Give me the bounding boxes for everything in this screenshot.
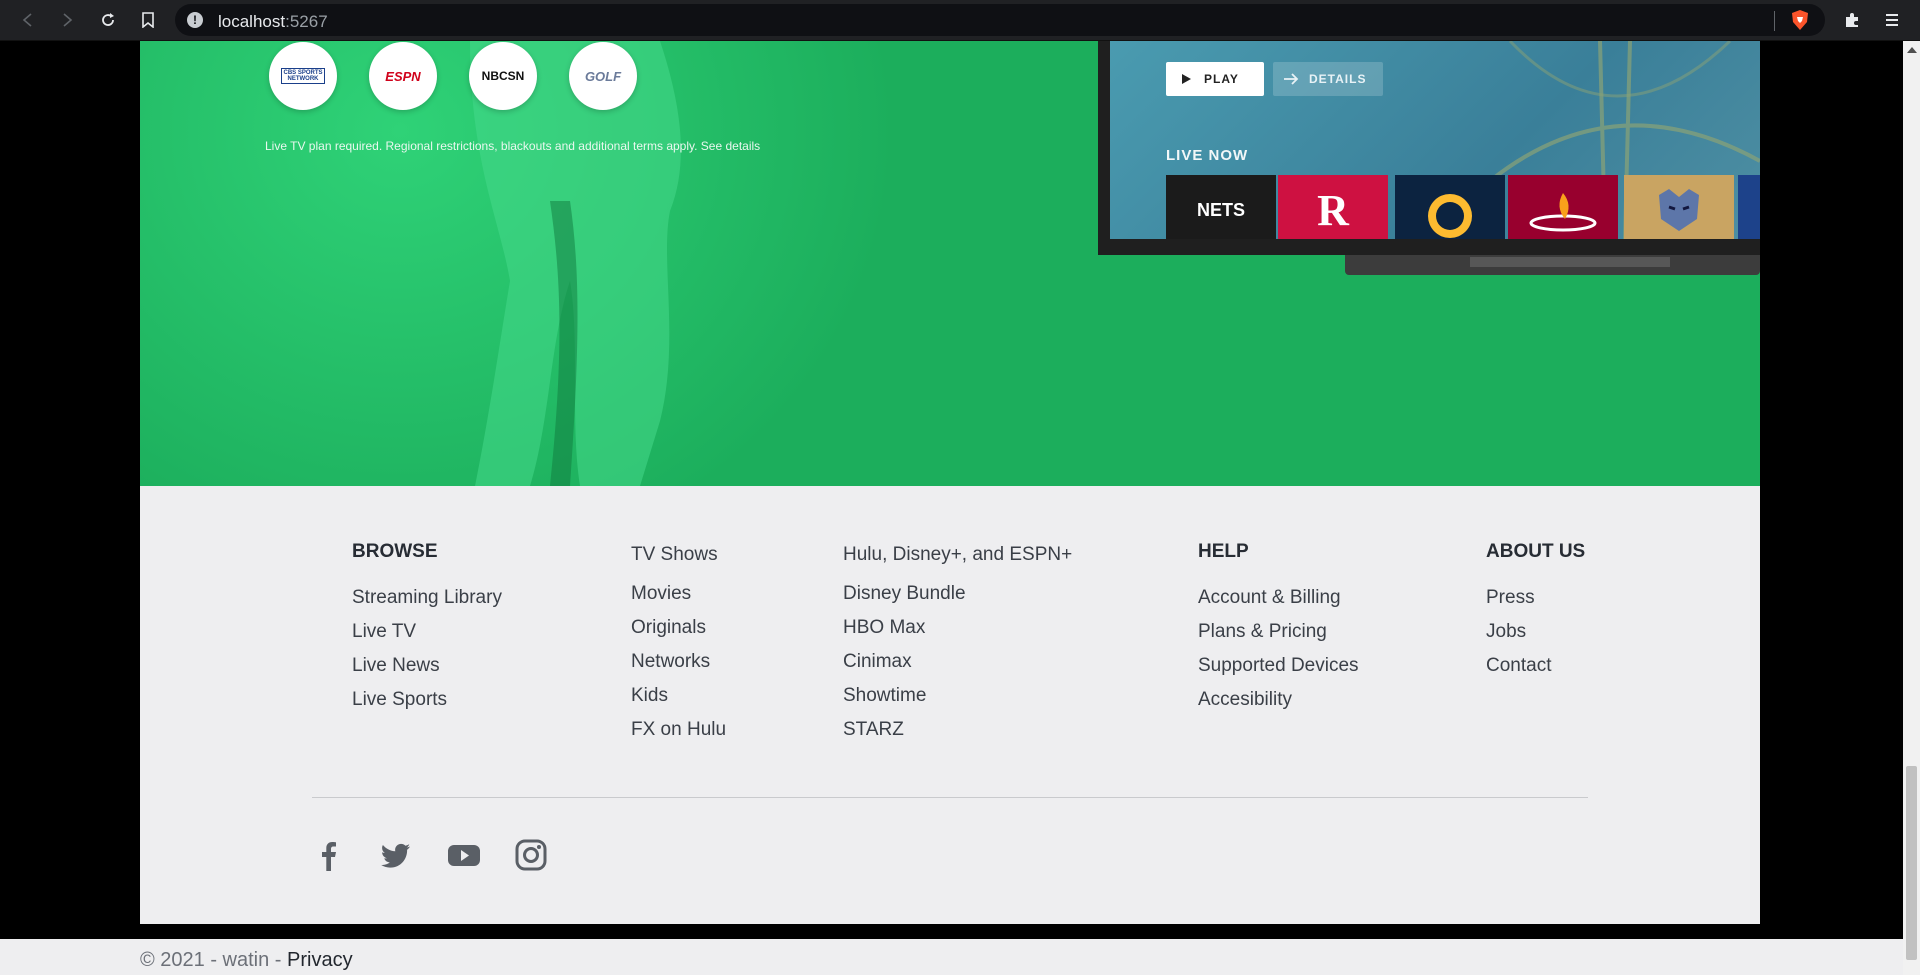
golf-logo: GOLF xyxy=(569,42,637,110)
facebook-icon[interactable] xyxy=(312,838,346,872)
page-bottom-bar: © 2021 - watin - Privacy xyxy=(0,939,1903,975)
footer-link[interactable]: Originals xyxy=(631,611,726,645)
footer-link[interactable]: Supported Devices xyxy=(1198,649,1359,683)
live-now-label: LIVE NOW xyxy=(1166,147,1249,164)
footer-link[interactable]: Streaming Library xyxy=(352,581,502,615)
page-viewport: CBS SPORTS NETWORK ESPN NBCSN GOLF Live … xyxy=(0,41,1903,975)
footer-link[interactable]: Live News xyxy=(352,649,502,683)
cbs-sports-network-logo: CBS SPORTS NETWORK xyxy=(269,42,337,110)
team-tile-pacers[interactable] xyxy=(1395,175,1505,239)
pacers-logo-icon xyxy=(1428,194,1472,238)
address-divider xyxy=(1774,11,1775,31)
footer-link[interactable]: Showtime xyxy=(843,679,1072,713)
youtube-icon[interactable] xyxy=(447,838,481,872)
footer-column-browse: BROWSE Streaming Library Live TV Live Ne… xyxy=(352,541,502,717)
site-footer: BROWSE Streaming Library Live TV Live Ne… xyxy=(140,486,1760,924)
vertical-scrollbar[interactable] xyxy=(1903,41,1920,975)
footer-link[interactable]: Plans & Pricing xyxy=(1198,615,1359,649)
footer-column-help: HELP Account & Billing Plans & Pricing S… xyxy=(1198,541,1359,717)
arrow-right-icon xyxy=(1284,73,1299,85)
footer-heading-help: HELP xyxy=(1198,541,1249,562)
play-icon xyxy=(1182,74,1191,84)
footer-link[interactable]: Kids xyxy=(631,679,726,713)
heat-logo-icon xyxy=(1529,193,1597,232)
team-tile-partial[interactable] xyxy=(1738,175,1760,239)
footer-link[interactable]: STARZ xyxy=(843,713,1072,747)
scroll-up-icon[interactable] xyxy=(1907,47,1917,53)
bookmark-icon[interactable] xyxy=(134,6,162,34)
tv-device: PLAY DETAILS LIVE NOW NETS R xyxy=(1098,41,1760,255)
copyright-text: © 2021 - watin - Privacy xyxy=(140,949,353,971)
instagram-icon[interactable] xyxy=(514,838,548,872)
team-tile-heat[interactable] xyxy=(1508,175,1618,239)
footer-column-subscriptions: Hulu, Disney+, and ESPN+ Disney Bundle H… xyxy=(843,543,1072,747)
footer-divider xyxy=(312,797,1588,798)
tv-stand xyxy=(1345,255,1760,275)
footer-column-content: TV Shows Movies Originals Networks Kids … xyxy=(631,543,726,747)
footer-link[interactable]: FX on Hulu xyxy=(631,713,726,747)
footer-link[interactable]: HBO Max xyxy=(843,611,1072,645)
team-tile-rockets[interactable]: R xyxy=(1278,175,1388,239)
grizzlies-logo-icon xyxy=(1659,189,1699,231)
play-button[interactable]: PLAY xyxy=(1166,62,1264,96)
forward-icon[interactable] xyxy=(53,6,81,34)
menu-icon[interactable] xyxy=(1878,6,1906,34)
footer-link[interactable]: Live Sports xyxy=(352,683,502,717)
live-sports-hero: CBS SPORTS NETWORK ESPN NBCSN GOLF Live … xyxy=(140,41,1760,486)
footer-link[interactable]: Accesibility xyxy=(1198,683,1359,717)
extensions-icon[interactable] xyxy=(1838,6,1866,34)
brave-shield-icon[interactable] xyxy=(1789,9,1811,31)
footer-heading-about: ABOUT US xyxy=(1486,541,1586,562)
details-button[interactable]: DETAILS xyxy=(1273,62,1383,96)
footer-link[interactable]: Networks xyxy=(631,645,726,679)
live-tv-disclaimer: Live TV plan required. Regional restrict… xyxy=(265,139,761,153)
team-tile-nets[interactable]: NETS xyxy=(1166,175,1276,239)
twitter-icon[interactable] xyxy=(379,838,413,872)
reload-icon[interactable] xyxy=(94,6,122,34)
address-bar[interactable]: ! localhost:5267 xyxy=(175,4,1825,36)
footer-heading-browse: BROWSE xyxy=(352,541,438,562)
footer-link[interactable]: Press xyxy=(1486,581,1585,615)
site-info-icon[interactable]: ! xyxy=(187,12,203,28)
footer-link[interactable]: Jobs xyxy=(1486,615,1585,649)
footer-link[interactable]: Contact xyxy=(1486,649,1585,683)
back-icon[interactable] xyxy=(14,6,42,34)
nbcsn-logo: NBCSN xyxy=(469,42,537,110)
espn-logo: ESPN xyxy=(369,42,437,110)
footer-link[interactable]: TV Shows xyxy=(631,543,726,577)
team-tile-grizzlies[interactable] xyxy=(1624,175,1734,239)
footer-link[interactable]: Disney Bundle xyxy=(843,577,1072,611)
privacy-link[interactable]: Privacy xyxy=(287,949,353,971)
footer-link[interactable]: Hulu, Disney+, and ESPN+ xyxy=(843,543,1072,577)
footer-column-about: ABOUT US Press Jobs Contact xyxy=(1486,541,1585,683)
tv-screen: PLAY DETAILS LIVE NOW NETS R xyxy=(1110,41,1760,239)
footer-link[interactable]: Account & Billing xyxy=(1198,581,1359,615)
footer-link[interactable]: Cinimax xyxy=(843,645,1072,679)
footer-link[interactable]: Live TV xyxy=(352,615,502,649)
url-text[interactable]: localhost:5267 xyxy=(218,12,328,32)
browser-toolbar: ! localhost:5267 xyxy=(0,0,1920,41)
footer-link[interactable]: Movies xyxy=(631,577,726,611)
scrollbar-thumb[interactable] xyxy=(1906,766,1917,960)
